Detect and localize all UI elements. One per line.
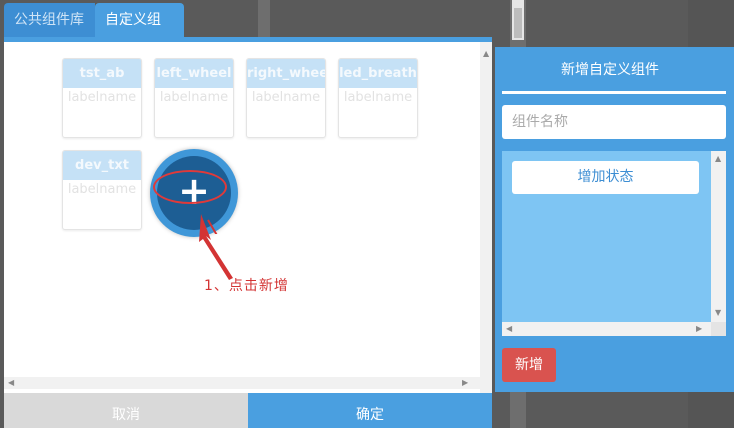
component-label: labelname xyxy=(67,182,137,197)
vertical-scrollbar[interactable]: ▲ xyxy=(480,42,492,415)
component-name: tst_ab xyxy=(63,59,141,88)
tab-custom-components[interactable]: 自定义组件 xyxy=(95,3,184,62)
new-component-panel: 新增自定义组件 增加状态 ▲ ▼ ◀ ▶ 新增 xyxy=(495,47,734,392)
scroll-up-icon[interactable]: ▲ xyxy=(715,155,721,163)
arrow-pointer-icon xyxy=(199,214,233,280)
component-name: led_breath xyxy=(339,59,417,88)
state-list: 增加状态 ▲ ▼ ◀ ▶ xyxy=(502,151,726,336)
scroll-right-icon[interactable]: ▶ xyxy=(696,325,702,333)
scroll-right-icon[interactable]: ▶ xyxy=(462,379,468,387)
confirm-button[interactable]: 确定 xyxy=(248,393,492,428)
divider xyxy=(502,91,726,94)
component-label: labelname xyxy=(251,90,321,105)
component-name: right_wheel xyxy=(247,59,325,88)
component-card-tst-ab[interactable]: tst_ab labelname xyxy=(62,58,142,138)
state-horizontal-scrollbar[interactable]: ◀ ▶ xyxy=(502,322,711,336)
scroll-left-icon[interactable]: ◀ xyxy=(8,379,14,387)
component-canvas: tst_ab labelname left_wheel labelname ri… xyxy=(4,42,480,415)
scrollbar-corner xyxy=(711,322,726,336)
scroll-up-icon[interactable]: ▲ xyxy=(483,50,489,58)
panel-title: 新增自定义组件 xyxy=(561,62,659,78)
background-scrollbar-thumb[interactable] xyxy=(514,8,522,38)
tab-public-components[interactable]: 公共组件库 xyxy=(4,3,95,37)
add-state-button[interactable]: 增加状态 xyxy=(512,161,699,194)
component-name-input[interactable] xyxy=(502,105,726,139)
annotation-text: 1、点击新增 xyxy=(204,278,289,294)
state-vertical-scrollbar[interactable]: ▲ ▼ xyxy=(711,151,726,322)
highlight-ellipse xyxy=(153,170,227,204)
new-button[interactable]: 新增 xyxy=(502,348,556,382)
component-label: labelname xyxy=(343,90,413,105)
component-label: labelname xyxy=(67,90,137,105)
component-label: labelname xyxy=(159,90,229,105)
cancel-button[interactable]: 取消 xyxy=(4,393,248,428)
component-card-left-wheel[interactable]: left_wheel labelname xyxy=(154,58,234,138)
component-card-dev-txt[interactable]: dev_txt labelname xyxy=(62,150,142,230)
scroll-left-icon[interactable]: ◀ xyxy=(506,325,512,333)
component-card-led-breath[interactable]: led_breath labelname xyxy=(338,58,418,138)
component-name: dev_txt xyxy=(63,151,141,180)
horizontal-scrollbar[interactable]: ◀ ▶ xyxy=(4,377,480,389)
scroll-down-icon[interactable]: ▼ xyxy=(715,309,721,317)
component-panel: tst_ab labelname left_wheel labelname ri… xyxy=(4,37,492,428)
component-name: left_wheel xyxy=(155,59,233,88)
component-card-right-wheel[interactable]: right_wheel labelname xyxy=(246,58,326,138)
